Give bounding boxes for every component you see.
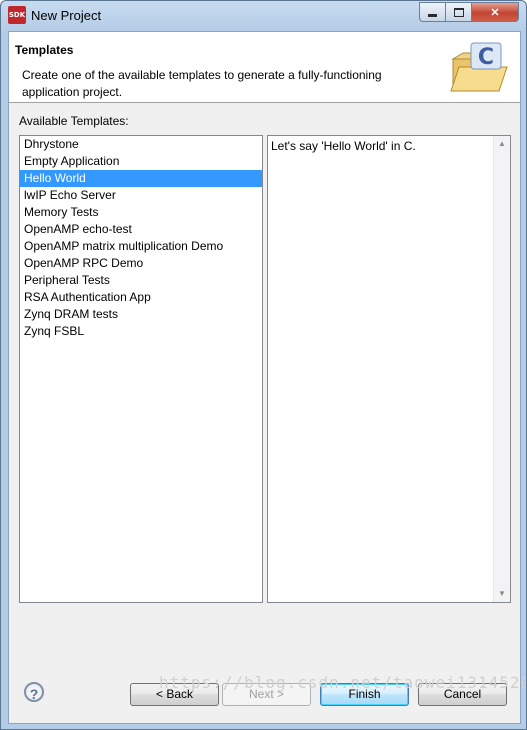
help-button[interactable]: ? (24, 682, 44, 702)
scroll-up-icon[interactable]: ▲ (494, 136, 510, 152)
template-list-item[interactable]: OpenAMP echo-test (20, 221, 262, 238)
minimize-button[interactable] (419, 2, 446, 22)
wizard-header: Templates Create one of the available te… (9, 32, 520, 103)
template-list-item[interactable]: Zynq FSBL (20, 323, 262, 340)
template-list-item[interactable]: RSA Authentication App (20, 289, 262, 306)
templates-list[interactable]: Dhrystone Empty Application Hello World lwI… (19, 135, 263, 603)
close-button[interactable]: ✕ (471, 2, 519, 22)
c-project-folder-icon: C (450, 42, 508, 92)
maximize-icon (453, 7, 464, 17)
page-description: Create one of the available templates to… (22, 68, 382, 99)
description-scrollbar[interactable]: ▲ ▼ (493, 136, 510, 602)
title-bar[interactable]: SDK New Project ✕ (1, 1, 526, 29)
template-list-item[interactable]: Hello World (20, 170, 262, 187)
template-description-text: Let's say 'Hello World' in C. (271, 139, 416, 153)
template-description-pane: Let's say 'Hello World' in C. ▲ ▼ (267, 135, 511, 603)
template-list-item[interactable]: lwIP Echo Server (20, 187, 262, 204)
template-list-item[interactable]: OpenAMP matrix multiplication Demo (20, 238, 262, 255)
template-list-item[interactable]: OpenAMP RPC Demo (20, 255, 262, 272)
template-list-item[interactable]: Dhrystone (20, 136, 262, 153)
dialog-client-area: Templates Create one of the available te… (8, 31, 521, 724)
scroll-down-icon[interactable]: ▼ (494, 586, 510, 602)
template-list-item[interactable]: Memory Tests (20, 204, 262, 221)
new-project-window: SDK New Project ✕ Templates Create one o… (0, 0, 527, 730)
window-title: New Project (31, 8, 102, 23)
available-templates-label: Available Templates: (19, 114, 129, 128)
template-list-item[interactable]: Empty Application (20, 153, 262, 170)
watermark-text: https://blog.csdn.net/taowei1314520 (159, 673, 527, 692)
maximize-button[interactable] (445, 2, 472, 22)
template-list-item[interactable]: Zynq DRAM tests (20, 306, 262, 323)
template-list-item[interactable]: Peripheral Tests (20, 272, 262, 289)
sdk-app-icon: SDK (8, 6, 26, 24)
minimize-icon (428, 13, 437, 17)
c-letter: C (478, 45, 494, 70)
close-icon: ✕ (490, 6, 500, 19)
page-title: Templates (15, 43, 74, 57)
